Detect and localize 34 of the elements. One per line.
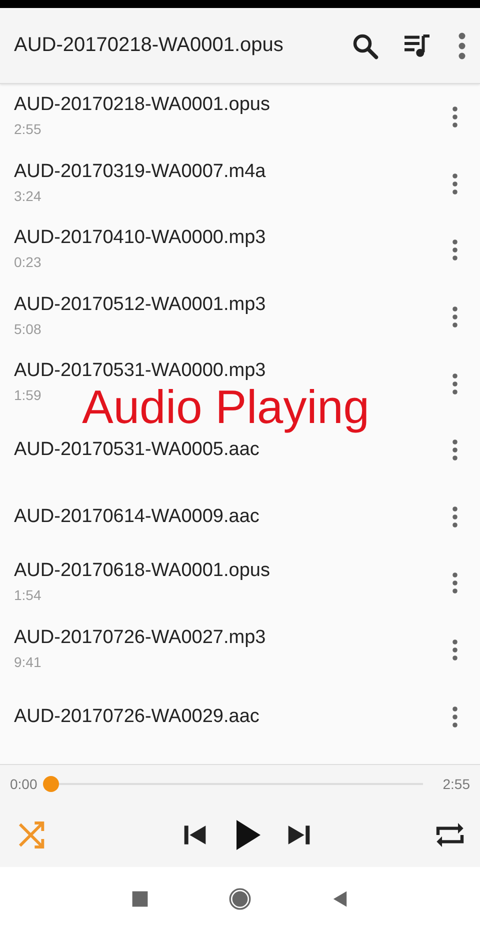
track-name[interactable]: AUD-20170319-WA0007.m4a [14,160,452,183]
home-icon[interactable] [229,888,251,910]
more-icon[interactable] [452,172,458,196]
more-icon[interactable] [452,438,458,462]
track-duration: 5:08 [14,320,42,337]
seek-thumb[interactable] [43,776,60,792]
track-duration: 0:23 [14,254,42,270]
more-icon[interactable] [452,372,458,396]
more-icon[interactable] [452,704,458,729]
overlay-caption: Audio Playing [82,380,370,434]
more-icon[interactable] [452,238,458,262]
more-icon[interactable] [458,30,466,60]
more-icon[interactable] [452,638,458,662]
track-duration: 1:59 [14,387,42,404]
more-icon[interactable] [452,105,458,130]
track-name[interactable]: AUD-20170512-WA0001.mp3 [14,294,452,316]
more-icon[interactable] [452,571,458,596]
track-name[interactable]: AUD-20170614-WA0009.aac [14,506,452,528]
track-name[interactable]: AUD-20170618-WA0001.opus [14,560,452,582]
elapsed-time: 0:00 [10,776,38,792]
track-name[interactable]: AUD-20170531-WA0005.aac [14,439,452,462]
track-name[interactable]: AUD-20170531-WA0000.mp3 [14,360,452,382]
track-duration: 3:24 [14,188,42,204]
track-name[interactable]: AUD-20170218-WA0001.opus [14,94,452,116]
more-icon[interactable] [452,504,458,529]
track-name[interactable]: AUD-20170410-WA0000.mp3 [14,227,452,250]
track-name[interactable]: AUD-20170726-WA0027.mp3 [14,626,452,649]
track-duration: 1:54 [14,587,42,604]
track-name[interactable]: AUD-20170726-WA0029.aac [14,706,452,728]
more-icon[interactable] [452,305,458,330]
total-time: 2:55 [442,776,470,792]
toolbar-title: AUD-20170218-WA0001.opus [14,34,284,57]
track-duration: 2:55 [14,121,42,137]
track-duration: 9:41 [14,654,42,670]
